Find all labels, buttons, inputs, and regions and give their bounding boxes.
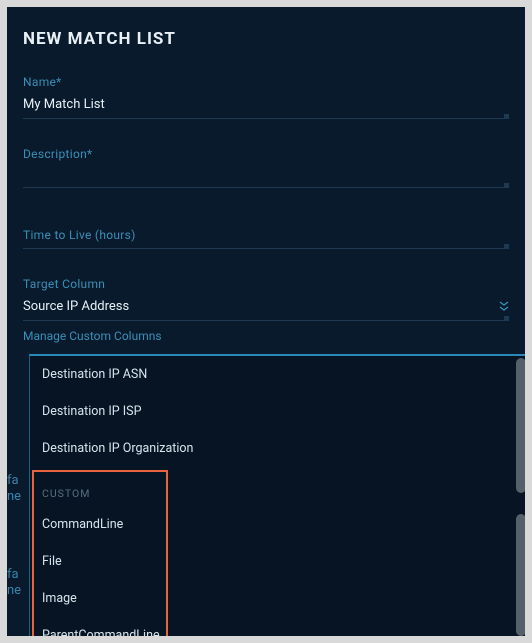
ttl-label: Time to Live (hours)	[23, 228, 509, 242]
scrollbar-thumb[interactable]	[516, 514, 525, 636]
panel-title: NEW MATCH LIST	[23, 29, 509, 49]
dropdown-option[interactable]: Destination IP Organization	[30, 430, 514, 467]
target-column-field: Target Column Source IP Address Manage C…	[23, 277, 509, 343]
target-column-value: Source IP Address	[23, 299, 129, 314]
dropdown-section-custom: CUSTOM	[30, 467, 514, 506]
name-field: Name* My Match List	[23, 75, 509, 119]
dropdown-option[interactable]: ParentCommandLine	[30, 617, 514, 636]
dropdown-option[interactable]: Image	[30, 580, 514, 617]
manage-custom-columns-link[interactable]: Manage Custom Columns	[23, 329, 509, 343]
target-column-dropdown: Destination IP ASN Destination IP ISP De…	[29, 354, 525, 636]
chevron-down-icon	[499, 300, 509, 314]
dropdown-option[interactable]: Destination IP ASN	[30, 356, 514, 393]
target-column-select[interactable]: Source IP Address	[23, 299, 509, 321]
scrollbar-thumb[interactable]	[516, 358, 525, 493]
new-match-list-panel: NEW MATCH LIST Name* My Match List Descr…	[7, 7, 525, 636]
dropdown-scrollbar[interactable]	[514, 356, 525, 636]
background-text: fane	[7, 567, 25, 599]
target-column-label: Target Column	[23, 277, 509, 291]
dropdown-option[interactable]: File	[30, 543, 514, 580]
description-input[interactable]	[23, 169, 509, 187]
name-label: Name*	[23, 75, 509, 89]
description-field: Description*	[23, 147, 509, 188]
dropdown-option[interactable]: Destination IP ISP	[30, 393, 514, 430]
dropdown-list: Destination IP ASN Destination IP ISP De…	[30, 356, 514, 636]
dropdown-option[interactable]: CommandLine	[30, 506, 514, 543]
background-text: fane	[7, 473, 25, 505]
ttl-field: Time to Live (hours)	[23, 228, 509, 249]
description-label: Description*	[23, 147, 509, 161]
name-input[interactable]: My Match List	[23, 97, 509, 118]
